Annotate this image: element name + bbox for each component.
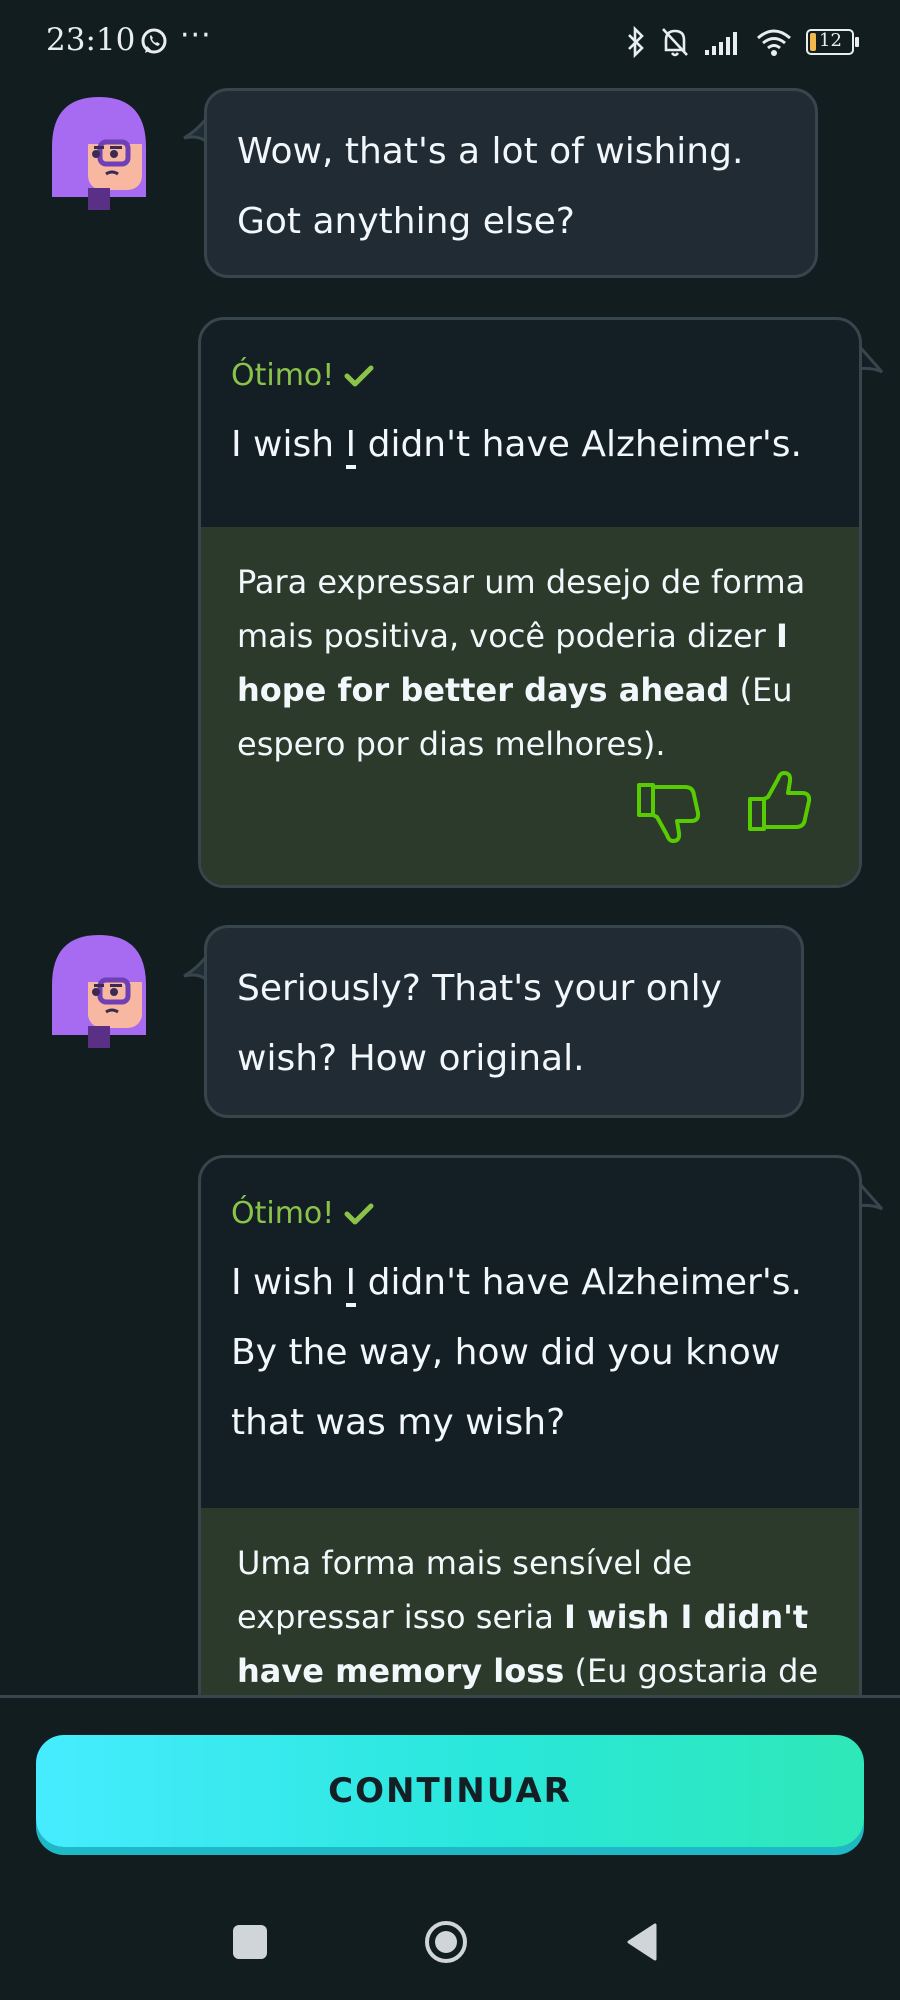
thumbs-down-icon[interactable] <box>635 781 707 843</box>
thumbs-up-icon[interactable] <box>746 771 818 833</box>
text-part: didn't have Alzheimer's. <box>356 424 802 465</box>
status-time: 23:10 <box>46 22 136 58</box>
bluetooth-icon <box>628 26 644 58</box>
checkmark-icon <box>344 1203 374 1224</box>
whatsapp-icon <box>141 28 167 54</box>
user-message-bubble: Ótimo! I wish I didn't have Alzheimer's.… <box>198 317 862 888</box>
home-button[interactable] <box>423 1919 469 1965</box>
user-message-text: I wish I didn't have Alzheimer's. By the… <box>231 1248 835 1458</box>
battery-icon: 12 <box>806 29 860 55</box>
feedback-label: Ótimo! <box>231 358 335 393</box>
highlighted-word: I <box>345 1262 357 1307</box>
tip-part: Para expressar um desejo de forma mais p… <box>237 563 806 655</box>
back-button[interactable] <box>625 1922 659 1962</box>
footer-divider <box>0 1695 900 1698</box>
signal-icon <box>705 32 737 55</box>
user-message-text: I wish I didn't have Alzheimer's. <box>231 410 802 480</box>
feedback-label: Ótimo! <box>231 1196 335 1231</box>
bell-off-icon <box>662 28 688 57</box>
more-notifications-icon: ··· <box>180 18 212 53</box>
continue-button[interactable]: CONTINUAR <box>36 1735 864 1847</box>
feedback-tip-text: Para expressar um desejo de forma mais p… <box>237 555 829 771</box>
feedback-status: Ótimo! <box>231 358 374 393</box>
feedback-status: Ótimo! <box>231 1196 374 1231</box>
character-message-text: Wow, that's a lot of wishing. Got anythi… <box>237 131 744 242</box>
character-message-bubble: Seriously? That's your only wish? How or… <box>204 925 804 1118</box>
tip-part: (Eu gostaria de <box>564 1652 819 1690</box>
character-message-bubble: Wow, that's a lot of wishing. Got anythi… <box>204 88 818 278</box>
checkmark-icon <box>344 365 374 386</box>
character-avatar <box>52 935 146 1048</box>
character-avatar <box>52 97 146 210</box>
character-message-text: Seriously? That's your only wish? How or… <box>237 968 722 1079</box>
battery-level: 12 <box>819 30 842 51</box>
feedback-tip-text: Uma forma mais sensível de expressar iss… <box>237 1536 829 1698</box>
text-part: I wish <box>231 1262 346 1303</box>
recent-apps-button[interactable] <box>233 1925 267 1959</box>
feedback-tip-panel: Para expressar um desejo de forma mais p… <box>201 527 859 885</box>
highlighted-word: I <box>345 424 357 469</box>
wifi-icon <box>757 29 791 56</box>
status-icons: 12 <box>626 22 860 62</box>
text-part: I wish <box>231 424 346 465</box>
